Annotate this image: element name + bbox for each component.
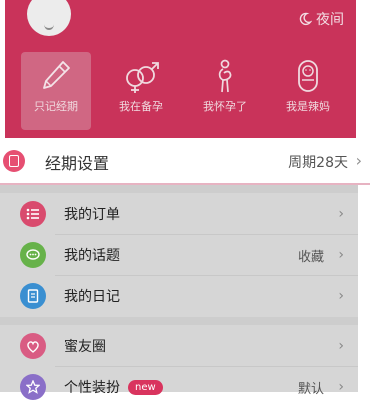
chevron-right-icon: › — [355, 151, 362, 170]
chat-bubble-icon — [20, 242, 46, 268]
night-mode-label: 夜间 — [316, 12, 344, 28]
moon-icon — [299, 12, 312, 26]
heart-circle-icon — [20, 333, 46, 359]
pen-icon — [43, 61, 70, 89]
chevron-right-icon: › — [338, 338, 344, 354]
menu-item-label: 个性装扮 — [64, 380, 120, 396]
profile-header: 夜间 只记经期 我在备孕 我怀孕了 我是辣妈 — [5, 0, 356, 138]
menu-item-label: 我的订单 — [64, 207, 120, 223]
avatar[interactable] — [27, 0, 71, 36]
chevron-right-icon: › — [338, 247, 344, 263]
mode-mom[interactable]: 我是辣妈 — [273, 52, 343, 130]
chevron-right-icon: › — [338, 379, 344, 395]
menu-list: 我的订单 › 我的话题 收藏 › 我的日记 › 蜜友圈 › 个性装扮 new 默… — [0, 185, 358, 400]
mode-label: 我是辣妈 — [286, 100, 330, 113]
cycle-length-value: 周期28天 — [288, 155, 348, 171]
mode-label: 我怀孕了 — [203, 100, 247, 113]
mode-selector: 只记经期 我在备孕 我怀孕了 我是辣妈 — [21, 52, 356, 130]
mode-label: 我在备孕 — [119, 100, 163, 113]
baby-icon — [298, 60, 318, 92]
menu-item-label: 我的日记 — [64, 289, 120, 305]
menu-item-label: 我的话题 — [64, 248, 120, 264]
menu-item-friends-circle[interactable]: 蜜友圈 › — [0, 326, 358, 366]
gender-icon — [126, 62, 159, 93]
avatar-icon — [44, 19, 54, 30]
night-mode-toggle[interactable]: 夜间 — [298, 9, 344, 29]
section-gap — [0, 185, 358, 193]
chevron-right-icon: › — [338, 206, 344, 222]
mode-pregnant[interactable]: 我怀孕了 — [190, 52, 260, 130]
section-gap — [0, 317, 358, 325]
period-settings-row[interactable]: 经期设置 周期28天 › — [0, 138, 370, 185]
menu-item-orders[interactable]: 我的订单 › — [0, 194, 358, 234]
menu-item-diary[interactable]: 我的日记 › — [0, 276, 358, 316]
order-list-icon — [20, 201, 46, 227]
default-value: 默认 — [297, 381, 324, 397]
calendar-icon — [3, 150, 25, 172]
menu-item-personalize[interactable]: 个性装扮 new 默认 › — [0, 367, 358, 407]
menu-item-topics[interactable]: 我的话题 收藏 › — [0, 235, 358, 275]
mode-label: 只记经期 — [34, 100, 78, 113]
period-settings-label: 经期设置 — [45, 154, 110, 173]
mode-trying-to-conceive[interactable]: 我在备孕 — [106, 52, 176, 130]
chevron-right-icon: › — [338, 288, 344, 304]
favorites-value: 收藏 — [297, 249, 324, 265]
pregnant-icon — [218, 59, 232, 93]
mode-period-only[interactable]: 只记经期 — [21, 52, 91, 130]
diary-icon — [20, 283, 46, 309]
star-icon — [20, 374, 46, 400]
menu-item-label: 蜜友圈 — [64, 339, 106, 355]
new-badge: new — [128, 379, 163, 395]
